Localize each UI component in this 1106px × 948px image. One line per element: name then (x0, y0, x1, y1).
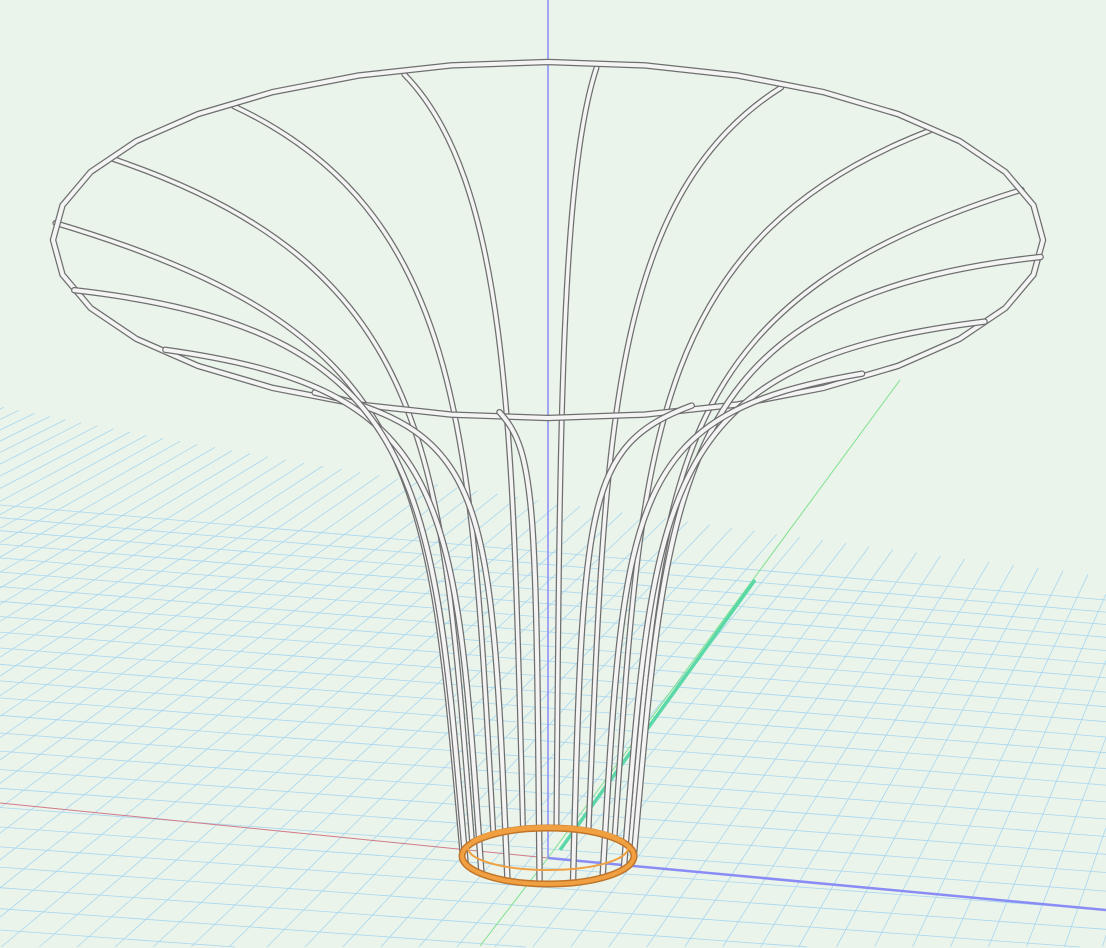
3d-viewport[interactable] (0, 0, 1106, 948)
